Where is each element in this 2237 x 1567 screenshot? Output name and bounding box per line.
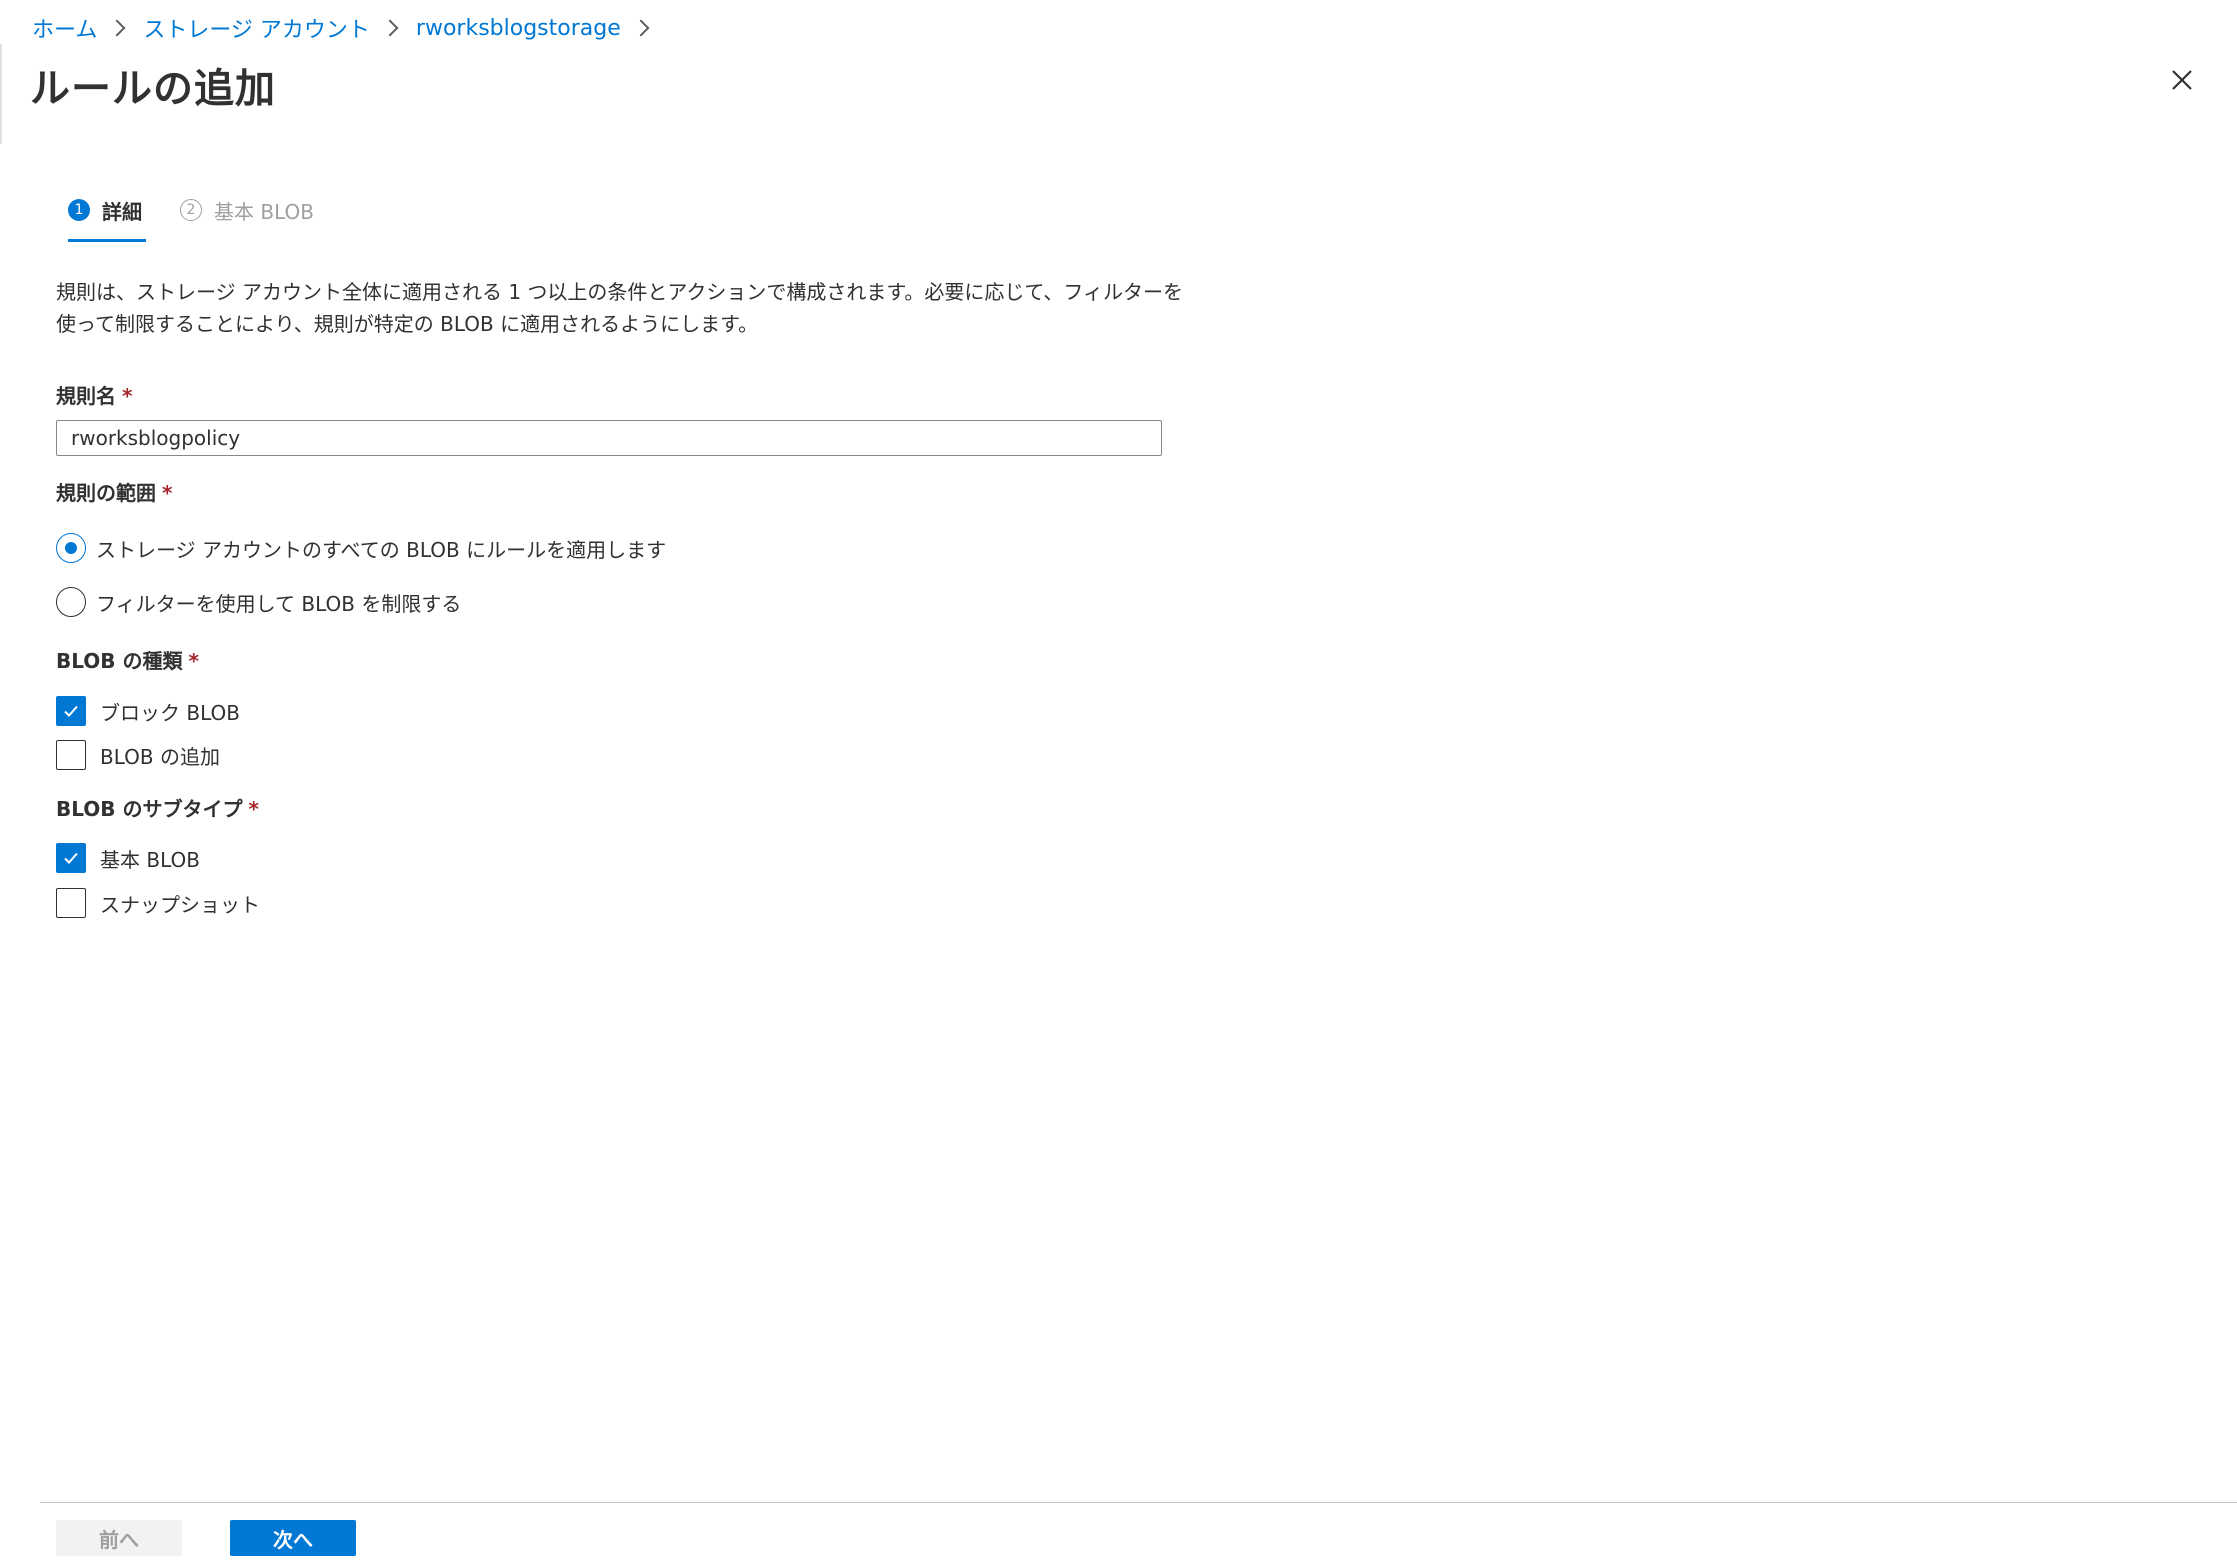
checkbox[interactable] <box>56 888 86 918</box>
footer-divider <box>40 1502 2237 1503</box>
blob-subtype-base-blob[interactable]: 基本 BLOB <box>56 843 200 873</box>
blob-type-label-text: BLOB の種類 <box>56 649 183 673</box>
tab-label: 詳細 <box>102 199 142 224</box>
panel-left-edge <box>0 44 2 144</box>
blob-subtype-snapshot[interactable]: スナップショット <box>56 888 260 918</box>
rule-scope-label: 規則の範囲 * <box>56 477 172 506</box>
rule-scope-label-text: 規則の範囲 <box>56 481 156 505</box>
chevron-right-icon <box>381 19 399 37</box>
blob-subtype-option-label: スナップショット <box>100 892 260 917</box>
wizard-tabs: 1 詳細 2 基本 BLOB <box>68 192 352 242</box>
scope-option-all-blobs[interactable]: ストレージ アカウントのすべての BLOB にルールを適用します <box>56 533 666 563</box>
checkbox-checked[interactable] <box>56 696 86 726</box>
blob-subtype-label-text: BLOB のサブタイプ <box>56 797 243 821</box>
chevron-right-icon <box>108 19 126 37</box>
step-number-badge: 1 <box>68 199 90 221</box>
required-marker: * <box>162 481 173 505</box>
close-button[interactable] <box>2168 66 2196 94</box>
checkmark-icon <box>64 852 78 864</box>
radio-button[interactable] <box>56 587 86 617</box>
page-title: ルールの追加 <box>30 66 276 112</box>
step-number-badge: 2 <box>180 199 202 221</box>
required-marker: * <box>122 384 133 408</box>
scope-option-label: フィルターを使用して BLOB を制限する <box>96 591 462 616</box>
blob-subtype-label: BLOB のサブタイプ * <box>56 793 259 822</box>
previous-button[interactable]: 前へ <box>56 1520 182 1556</box>
breadcrumb-storage-account[interactable]: rworksblogstorage <box>416 16 621 41</box>
breadcrumb: ホーム ストレージ アカウント rworksblogstorage <box>32 12 667 44</box>
blob-subtype-option-label: 基本 BLOB <box>100 847 200 872</box>
tab-base-blob[interactable]: 2 基本 BLOB <box>180 192 314 228</box>
tab-details[interactable]: 1 詳細 <box>68 192 146 242</box>
chevron-right-icon <box>632 19 650 37</box>
blob-type-option-label: BLOB の追加 <box>100 744 220 769</box>
checkbox[interactable] <box>56 740 86 770</box>
required-marker: * <box>248 797 259 821</box>
close-icon <box>2172 70 2192 90</box>
tab-label: 基本 BLOB <box>214 199 314 224</box>
blob-type-option-label: ブロック BLOB <box>100 700 240 725</box>
blob-type-label: BLOB の種類 * <box>56 645 199 674</box>
description-text: 規則は、ストレージ アカウント全体に適用される 1 つ以上の条件とアクションで構… <box>56 280 1183 336</box>
breadcrumb-storage-accounts[interactable]: ストレージ アカウント <box>143 12 370 44</box>
rule-name-label: 規則名 * <box>56 380 132 409</box>
radio-button-selected[interactable] <box>56 533 86 563</box>
radio-dot <box>65 542 77 554</box>
checkmark-icon <box>64 705 78 717</box>
breadcrumb-home[interactable]: ホーム <box>32 12 97 44</box>
rule-name-input[interactable] <box>56 420 1162 456</box>
blob-type-append-blob[interactable]: BLOB の追加 <box>56 740 220 770</box>
scope-option-filter[interactable]: フィルターを使用して BLOB を制限する <box>56 587 461 617</box>
checkbox-checked[interactable] <box>56 843 86 873</box>
blob-type-block-blob[interactable]: ブロック BLOB <box>56 696 240 726</box>
scope-option-label: ストレージ アカウントのすべての BLOB にルールを適用します <box>96 537 667 562</box>
required-marker: * <box>188 649 199 673</box>
rule-name-label-text: 規則名 <box>56 384 116 408</box>
next-button[interactable]: 次へ <box>230 1520 356 1556</box>
